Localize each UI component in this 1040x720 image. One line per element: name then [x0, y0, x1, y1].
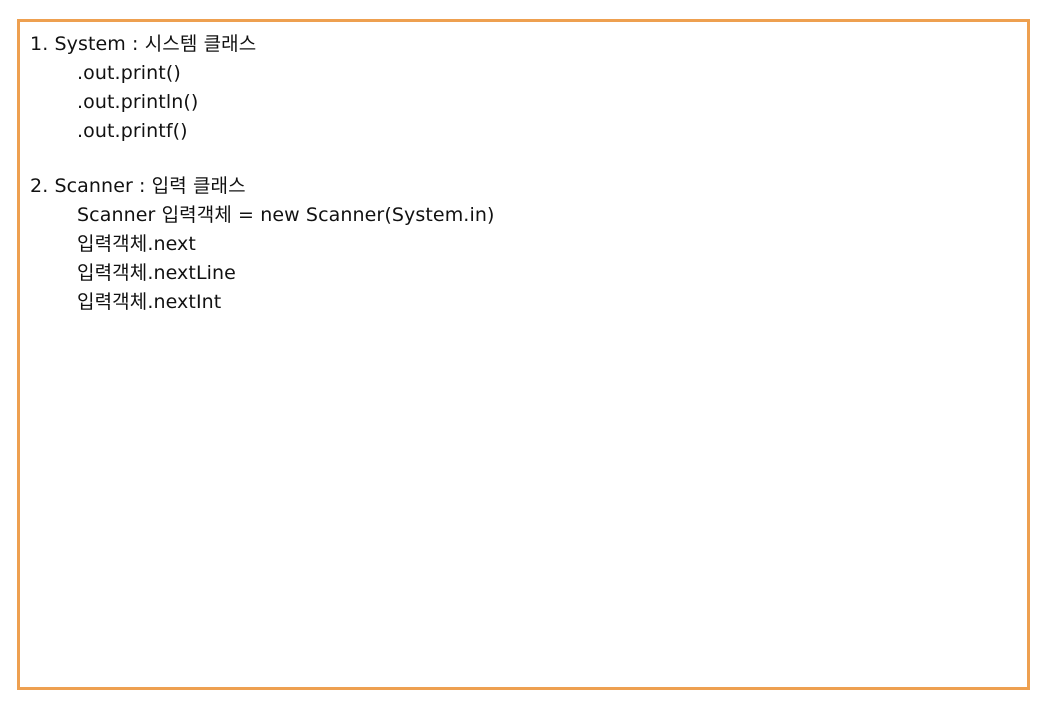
section-system: 1. System : 시스템 클래스 .out.print() .out.pr… [30, 30, 1017, 146]
section-heading-system: 1. System : 시스템 클래스 [30, 33, 257, 55]
code-line: .out.print() [77, 62, 181, 84]
code-line: .out.printf() [77, 120, 188, 142]
section-scanner: 2. Scanner : 입력 클래스 Scanner 입력객체 = new S… [30, 172, 1017, 317]
section-heading-scanner: 2. Scanner : 입력 클래스 [30, 175, 246, 197]
code-line: 입력객체.nextLine [77, 262, 236, 284]
note-card: 1. System : 시스템 클래스 .out.print() .out.pr… [17, 19, 1030, 690]
code-line: .out.println() [77, 91, 199, 113]
code-line: 입력객체.next [77, 233, 196, 255]
note-content: 1. System : 시스템 클래스 .out.print() .out.pr… [30, 30, 1017, 317]
code-line: Scanner 입력객체 = new Scanner(System.in) [77, 204, 495, 226]
code-line: 입력객체.nextInt [77, 291, 222, 313]
